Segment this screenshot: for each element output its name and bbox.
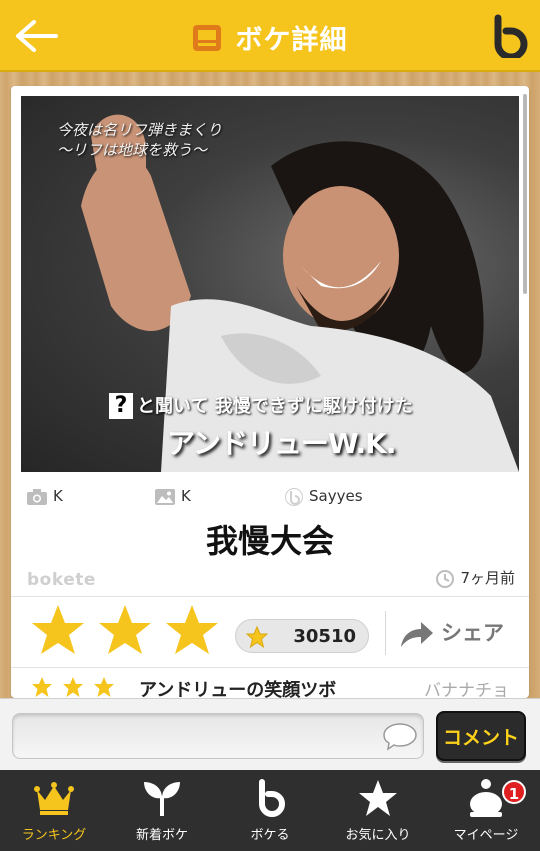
time-ago: 7ヶ月前 [460, 569, 515, 587]
star-icon [63, 677, 84, 697]
boke-author[interactable]: Sayyes [285, 484, 363, 508]
boke-title: 我慢大会 [205, 522, 334, 560]
speech-bubble-icon [383, 723, 417, 751]
vertical-divider [385, 611, 386, 655]
user-icon [470, 779, 502, 817]
bokete-watermark: bokete [27, 570, 96, 590]
nav-label: ボケる [250, 828, 290, 843]
comment-input[interactable] [12, 713, 424, 759]
nav-ranking[interactable]: ランキング [0, 770, 108, 851]
image-author[interactable]: K [155, 484, 191, 508]
bottom-nav: ランキング 新着ボケ ボケる お気に入り 1 マイページ [0, 770, 540, 851]
sprout-icon [144, 782, 180, 816]
star-icon[interactable] [98, 603, 152, 657]
score-value: 30510 [293, 626, 356, 647]
nav-label: ランキング [21, 828, 87, 843]
bokete-logo-button[interactable] [492, 14, 530, 61]
nav-label: お気に入り [345, 828, 411, 843]
camera-user: K [53, 487, 63, 505]
caption-line-1: 今夜は名リフ弾きまくり [57, 121, 223, 139]
boke-photo[interactable]: 今夜は名リフ弾きまくり 〜リフは地球を救う〜 ? と聞いて 我慢できずに駆け付けた… [21, 96, 519, 472]
header-title-group: ボケ詳細 [0, 18, 540, 58]
star-icon [359, 780, 397, 816]
top-comment[interactable]: アンドリューの笑顔ツボ バナナチョ [11, 668, 529, 698]
star-icon[interactable] [31, 603, 85, 657]
camera-icon [27, 488, 47, 505]
comment-stars [31, 676, 119, 698]
score-badge: 30510 [235, 619, 369, 653]
nav-favorites[interactable]: お気に入り [324, 770, 432, 851]
clock-icon [436, 569, 455, 588]
share-arrow-icon [401, 622, 433, 647]
star-icon [32, 677, 52, 697]
meta-row: K K Sayyes [27, 484, 517, 508]
boke-card: 今夜は名リフ弾きまくり 〜リフは地球を救う〜 ? と聞いて 我慢できずに駆け付けた… [11, 86, 529, 698]
comment-bar: コメント [0, 698, 540, 770]
boke-user: Sayyes [309, 487, 363, 505]
photo-caption-top: 今夜は名リフ弾きまくり 〜リフは地球を救う〜 [57, 120, 222, 160]
bokete-b-icon [259, 779, 285, 817]
scrollbar[interactable] [523, 94, 527, 294]
star-icon[interactable] [165, 603, 219, 657]
app-header: ボケ詳細 [0, 0, 540, 72]
photo-caption-question: ? と聞いて 我慢できずに駆け付けた [109, 392, 413, 419]
caption-line-2: 〜リフは地球を救う〜 [57, 141, 208, 159]
notification-badge: 1 [502, 780, 526, 804]
comment-user: バナナチョ [424, 681, 509, 698]
nav-label: 新着ボケ [135, 828, 188, 843]
page-title: ボケ詳細 [235, 25, 348, 56]
caption-question-text: と聞いて 我慢できずに駆け付けた [137, 396, 413, 417]
photo-caption-big: アンドリューW.K. [167, 427, 396, 460]
image-user: K [181, 487, 191, 505]
comment-submit-button[interactable]: コメント [436, 711, 526, 761]
nav-mypage[interactable]: 1 マイページ [432, 770, 540, 851]
share-label: シェア [441, 621, 504, 645]
bokete-small-icon [285, 487, 303, 506]
image-icon [155, 488, 175, 505]
share-button[interactable]: シェア [399, 615, 504, 651]
rating-row: 30510 シェア [11, 597, 529, 667]
star-score-icon [246, 626, 268, 648]
nav-new[interactable]: 新着ボケ [108, 770, 216, 851]
boke-detail-icon [192, 23, 222, 53]
bokete-b-icon [494, 14, 528, 61]
rating-stars[interactable] [31, 603, 227, 661]
question-mark-icon: ? [109, 393, 133, 419]
star-icon [94, 677, 115, 697]
photo-author[interactable]: K [27, 484, 63, 508]
post-time: 7ヶ月前 [436, 566, 515, 590]
nav-boke[interactable]: ボケる [216, 770, 324, 851]
crown-icon [34, 782, 74, 815]
nav-label: マイページ [453, 828, 519, 843]
comment-text: アンドリューの笑顔ツボ [139, 680, 337, 698]
